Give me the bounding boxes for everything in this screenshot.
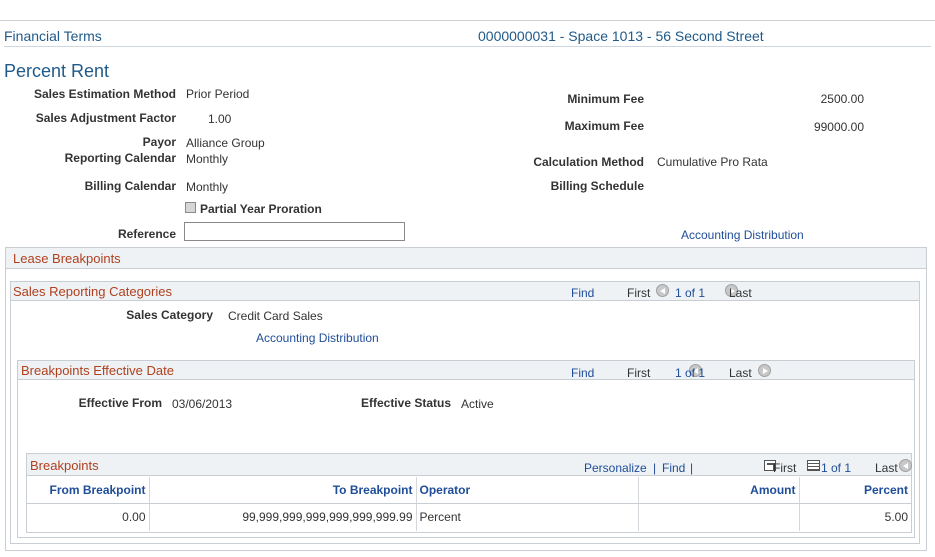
column-header-from-breakpoint[interactable]: From Breakpoint <box>27 477 150 504</box>
effective-date-last[interactable]: Last <box>729 366 752 380</box>
chevron-left-icon[interactable] <box>899 459 913 472</box>
lease-breakpoints-header <box>6 248 926 269</box>
top-divider <box>0 20 935 21</box>
reporting-calendar-label: Reporting Calendar <box>64 151 176 165</box>
percent-cell: 5.00 <box>884 510 908 525</box>
breakpoints-title: Breakpoints <box>30 458 99 473</box>
sales-reporting-title: Sales Reporting Categories <box>13 284 172 299</box>
header-divider <box>4 46 931 47</box>
column-header-to-breakpoint[interactable]: To Breakpoint <box>149 477 417 504</box>
reporting-calendar-value: Monthly <box>186 152 229 166</box>
payor-value: Alliance Group <box>186 136 265 150</box>
column-header-amount[interactable]: Amount <box>638 477 800 504</box>
column-header-percent[interactable]: Percent <box>799 477 911 504</box>
reference-input[interactable] <box>184 222 405 241</box>
payor-label: Payor <box>142 135 176 149</box>
billing-calendar-label: Billing Calendar <box>84 179 176 193</box>
operator-cell: Percent <box>416 503 639 531</box>
effective-date-find-link[interactable]: Find <box>571 366 594 380</box>
billing-schedule-label: Billing Schedule <box>550 179 644 193</box>
partial-year-proration-checkbox[interactable] <box>185 202 196 213</box>
billing-calendar-value: Monthly <box>186 180 229 194</box>
spreadsheet-icon[interactable] <box>806 460 820 471</box>
lease-breakpoints-title: Lease Breakpoints <box>13 251 121 266</box>
sales-category-accounting-distribution-link[interactable]: Accounting Distribution <box>256 331 379 345</box>
separator: | <box>690 461 694 475</box>
effective-date-title: Breakpoints Effective Date <box>21 363 174 378</box>
sales-estimation-method-value: Prior Period <box>186 87 250 101</box>
effective-status-label: Effective Status <box>360 396 451 410</box>
maximum-fee-label: Maximum Fee <box>564 119 644 133</box>
amount-cell <box>638 503 800 531</box>
breakpoints-count: 1 of 1 <box>821 461 852 475</box>
minimum-fee-value: 2500.00 <box>820 92 864 106</box>
calculation-method-value: Cumulative Pro Rata <box>657 155 768 169</box>
sales-adjustment-factor-label: Sales Adjustment Factor <box>35 111 176 125</box>
effective-date-first[interactable]: First <box>627 366 650 380</box>
page-title: Percent Rent <box>4 61 110 81</box>
sales-reporting-first[interactable]: First <box>627 286 650 300</box>
reference-label: Reference <box>117 227 176 241</box>
sales-category-label: Sales Category <box>126 308 213 322</box>
column-header-operator[interactable]: Operator <box>416 477 639 504</box>
sales-reporting-count: 1 of 1 <box>675 286 706 300</box>
table-header-row: From Breakpoint To Breakpoint Operator A… <box>27 477 911 504</box>
effective-date-count: 1 of 1 <box>675 366 706 380</box>
sales-reporting-last[interactable]: Last <box>729 286 752 300</box>
effective-from-value: 03/06/2013 <box>172 397 233 411</box>
table-row: 0.00 99,999,999,999,999,999,999.99 Perce… <box>27 503 911 531</box>
personalize-link[interactable]: Personalize <box>584 461 647 475</box>
accounting-distribution-link[interactable]: Accounting Distribution <box>681 228 804 242</box>
partial-year-proration-label: Partial Year Proration <box>200 202 322 216</box>
breakpoints-find-link[interactable]: Find <box>662 461 685 475</box>
maximum-fee-value: 99000.00 <box>813 120 864 134</box>
effective-from-label: Effective From <box>78 396 162 410</box>
effective-status-value: Active <box>461 397 494 411</box>
to-breakpoint-cell: 99,999,999,999,999,999,999.99 <box>149 503 417 531</box>
breakpoints-table: From Breakpoint To Breakpoint Operator A… <box>27 477 911 531</box>
sales-estimation-method-label: Sales Estimation Method <box>33 87 176 101</box>
separator: | <box>653 461 657 475</box>
chevron-left-icon[interactable] <box>656 284 669 297</box>
sales-reporting-find-link[interactable]: Find <box>571 286 594 300</box>
sales-category-value: Credit Card Sales <box>228 309 323 323</box>
breakpoints-last[interactable]: Last <box>875 461 898 475</box>
calculation-method-label: Calculation Method <box>533 155 644 169</box>
component-title: Financial Terms <box>4 28 102 44</box>
breakpoints-first[interactable]: First <box>773 461 796 475</box>
minimum-fee-label: Minimum Fee <box>567 92 644 106</box>
sales-adjustment-factor-value: 1.00 <box>208 112 232 126</box>
lease-info: 0000000031 - Space 1013 - 56 Second Stre… <box>478 28 764 44</box>
from-breakpoint-cell: 0.00 <box>27 503 150 531</box>
chevron-right-icon[interactable] <box>758 364 772 377</box>
